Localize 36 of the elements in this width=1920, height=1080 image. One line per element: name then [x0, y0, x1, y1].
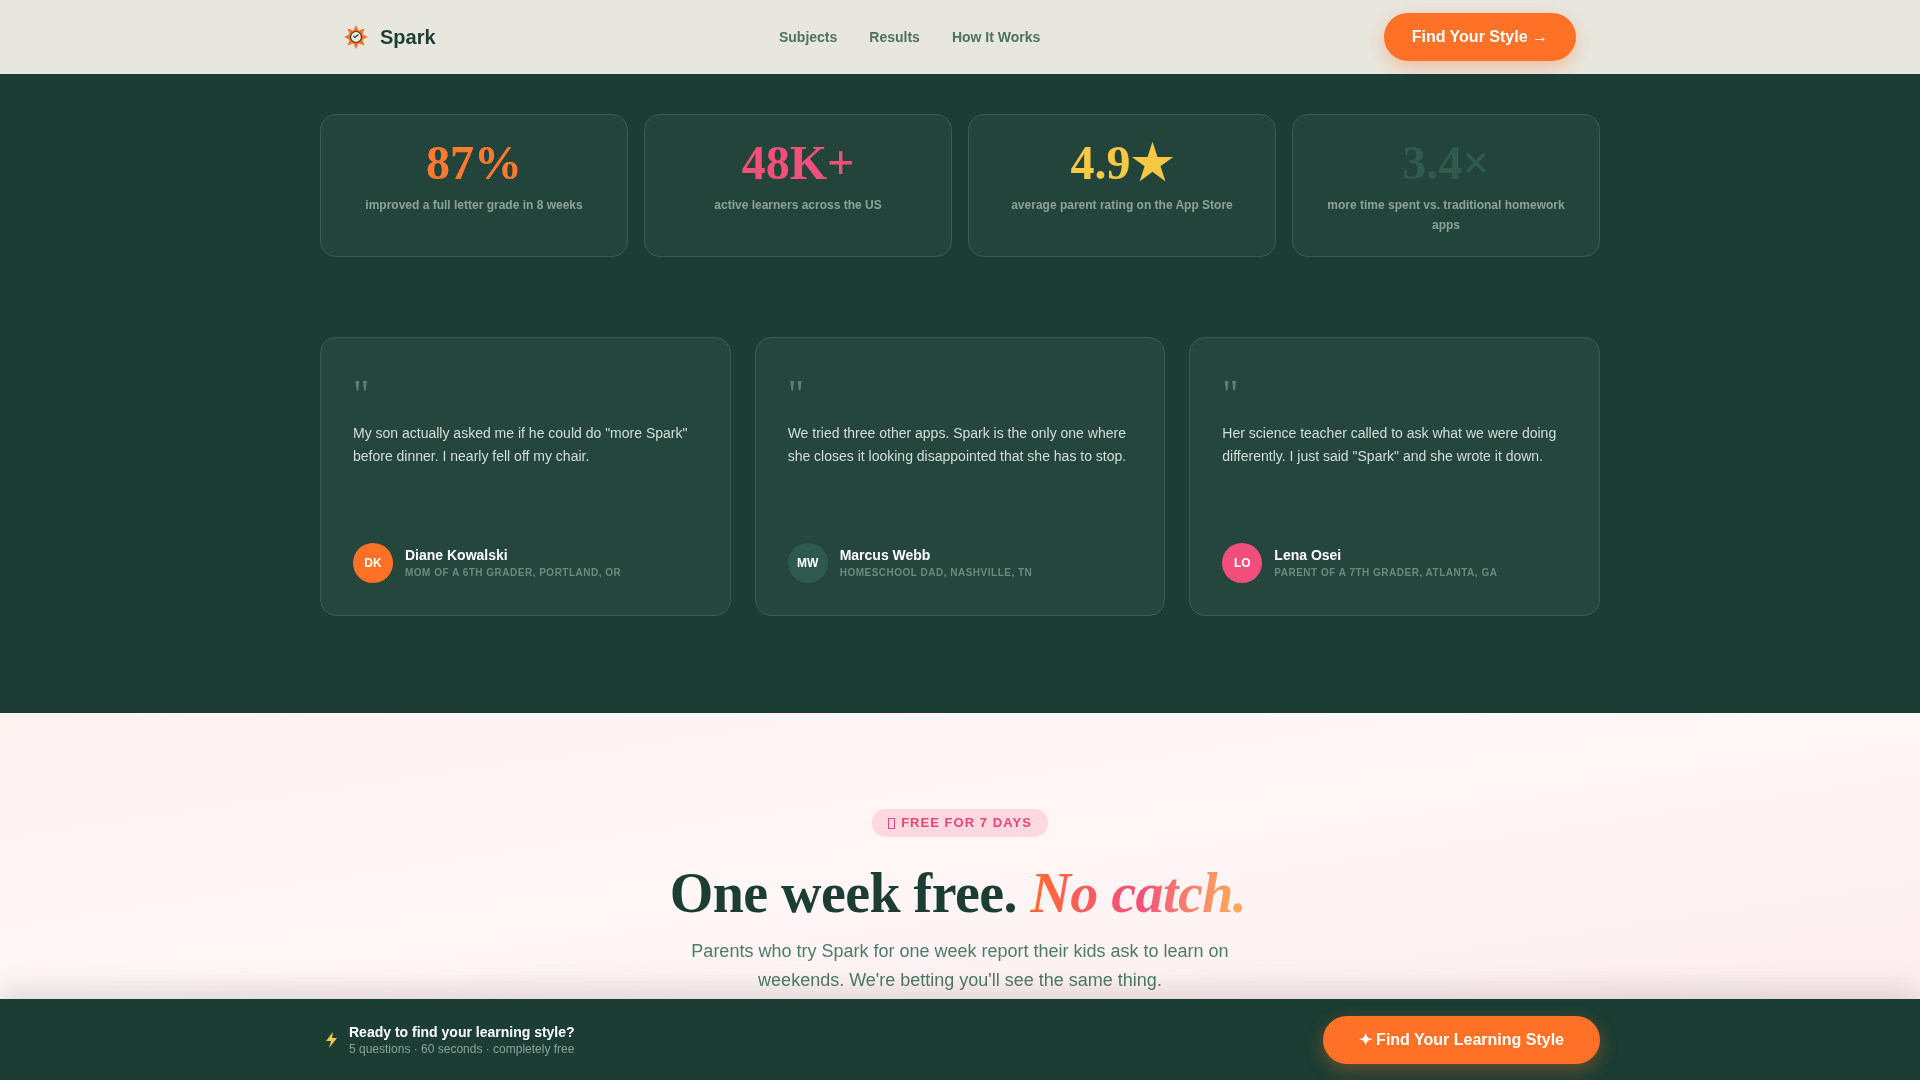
brand-name: Spark [380, 25, 436, 50]
stat-value: 87% [426, 135, 522, 191]
bar-title: Ready to find your learning style? [349, 1022, 575, 1041]
stat-value: 4.9★ [1070, 135, 1174, 191]
glyph-box-icon [888, 817, 896, 829]
lightning-icon [326, 1031, 337, 1048]
author-role: HOMESCHOOL DAD, NASHVILLE, TN [839, 566, 1033, 580]
nav-link[interactable]: Subjects [778, 26, 838, 48]
testimonial-quote: My son actually asked me if he could do "more Spark" before dinner. I nearly fell off my chair. [353, 424, 689, 466]
stat-value: 48K+ [741, 135, 855, 191]
author-name: Marcus Webb [839, 546, 932, 565]
starburst-icon [344, 25, 368, 49]
headline: One week free. No catch. [669, 861, 1251, 925]
testimonial-quote: Her science teacher called to ask what we were doing differently. I just said "Spark" and she wrote it down. [1222, 424, 1558, 466]
stat-label: improved a full letter grade in 8 weeks [365, 197, 583, 214]
author-name: Lena Osei [1274, 546, 1343, 565]
quote-mark: " [1222, 371, 1239, 416]
testimonial-quote: We tried three other apps. Spark is the only one where she closes it looking disappointed that she has to stop. [787, 424, 1128, 466]
nav-link[interactable]: Results [869, 26, 920, 48]
find-style-button[interactable]: Find Your Style → [1383, 13, 1576, 61]
offer-description: Parents who try Spark for one week report their kids ask to learn on weekends. We're betting you'll see the same thing. [690, 940, 1230, 992]
quote-mark: " [787, 371, 804, 416]
stat-label: average parent rating on the App Store [1011, 197, 1233, 214]
avatar: DK [353, 543, 393, 583]
quote-mark: " [353, 371, 370, 416]
bar-subtitle: 5 questions · 60 seconds · completely free [349, 1040, 575, 1057]
author-role: PARENT OF A 7TH GRADER, ATLANTA, GA [1274, 566, 1498, 580]
avatar: LO [1222, 543, 1263, 583]
author-name: Diane Kowalski [405, 546, 509, 565]
badge-label: FREE FOR 7 DAYS [901, 814, 1032, 833]
stat-label: active learners across the US [714, 197, 882, 214]
stat-label: more time spent vs. traditional homework apps [1326, 197, 1566, 234]
author-role: MOM OF A 6TH GRADER, PORTLAND, OR [405, 566, 622, 580]
find-learning-style-button[interactable]: ✦ Find Your Learning Style [1322, 1015, 1600, 1064]
nav-link[interactable]: How It Works [951, 26, 1041, 48]
avatar: MW [787, 543, 828, 583]
